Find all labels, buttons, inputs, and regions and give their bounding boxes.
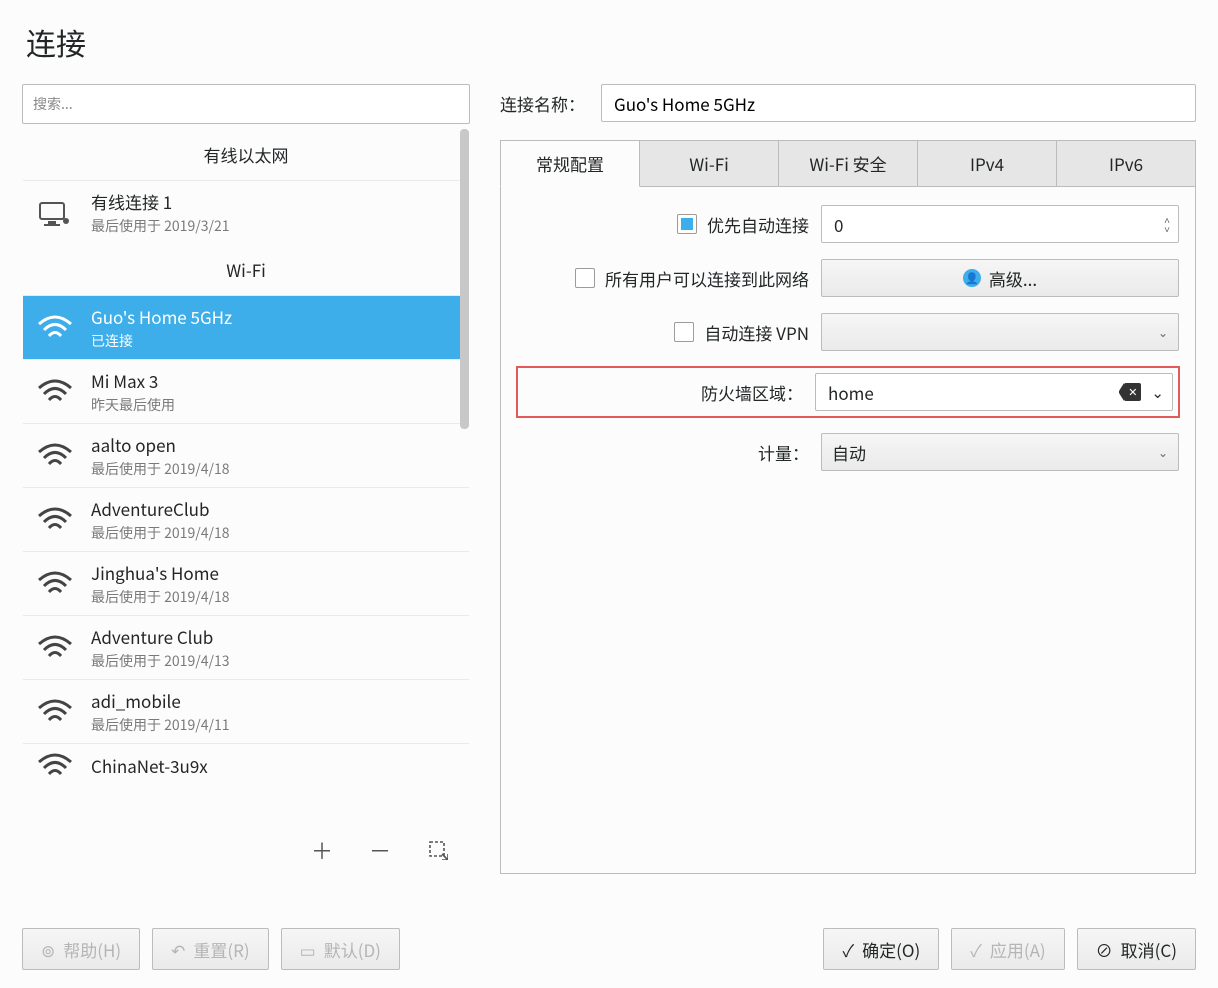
- conn-item-wifi[interactable]: Adventure Club最后使用于 2019/4/13: [23, 615, 469, 679]
- conn-item-sub: 已连接: [91, 331, 232, 351]
- conn-item-sub: 最后使用于 2019/3/21: [91, 216, 230, 236]
- help-button[interactable]: ⊚ 帮助(H): [22, 928, 140, 970]
- conn-item-name: Adventure Club: [91, 624, 230, 649]
- tab-ipv6[interactable]: IPv6: [1057, 140, 1196, 187]
- document-icon: ▭: [300, 937, 316, 962]
- tab-ipv4[interactable]: IPv4: [918, 140, 1057, 187]
- conn-item-sub: 最后使用于 2019/4/18: [91, 523, 230, 543]
- tab-general[interactable]: 常规配置: [500, 140, 640, 187]
- export-connection-button[interactable]: [424, 836, 452, 864]
- priority-value: 0: [834, 212, 1164, 237]
- conn-item-wired[interactable]: 有线连接 1 最后使用于 2019/3/21: [23, 180, 469, 244]
- wifi-icon: [35, 506, 75, 534]
- conn-item-sub: 昨天最后使用: [91, 395, 175, 415]
- add-connection-button[interactable]: ＋: [308, 836, 336, 864]
- chevron-down-icon: ⌄: [1158, 324, 1168, 341]
- conn-item-wifi[interactable]: aalto open最后使用于 2019/4/18: [23, 423, 469, 487]
- apply-button-label: 应用(A): [990, 937, 1046, 962]
- search-placeholder: 搜索...: [33, 94, 73, 114]
- conn-item-wifi[interactable]: Guo's Home 5GHz 已连接: [23, 295, 469, 359]
- conn-item-name: AdventureClub: [91, 496, 230, 521]
- help-button-label: 帮助(H): [63, 937, 121, 962]
- tab-wifi[interactable]: Wi-Fi: [640, 140, 779, 187]
- reset-button[interactable]: ↶ 重置(R): [152, 928, 269, 970]
- priority-spinbox[interactable]: 0 ˄˅: [821, 205, 1179, 243]
- conn-item-sub: 最后使用于 2019/4/11: [91, 715, 230, 735]
- wifi-icon: [35, 570, 75, 598]
- wifi-icon: [35, 378, 75, 406]
- defaults-button[interactable]: ▭ 默认(D): [281, 928, 400, 970]
- tabbar: 常规配置 Wi-Fi Wi-Fi 安全 IPv4 IPv6: [500, 140, 1196, 187]
- wifi-icon: [35, 314, 75, 342]
- scrollbar[interactable]: [459, 129, 469, 826]
- conn-item-sub: 最后使用于 2019/4/18: [91, 459, 230, 479]
- firewall-zone-value: home: [828, 380, 1124, 405]
- check-icon: ✓: [842, 937, 854, 962]
- all-users-label: 所有用户可以连接到此网络: [605, 266, 809, 291]
- auto-connect-label: 优先自动连接: [707, 212, 809, 237]
- metered-label: 计量：: [758, 440, 809, 465]
- search-input[interactable]: 搜索...: [22, 84, 470, 124]
- page-title: 连接: [22, 20, 1196, 64]
- wifi-icon: [35, 634, 75, 662]
- conn-item-wifi[interactable]: Mi Max 3昨天最后使用: [23, 359, 469, 423]
- cancel-icon: ⊘: [1096, 937, 1113, 962]
- conn-item-sub: 最后使用于 2019/4/18: [91, 587, 230, 607]
- connection-name-input[interactable]: [601, 84, 1196, 122]
- metered-combobox[interactable]: 自动 ⌄: [821, 433, 1179, 471]
- conn-item-sub: 最后使用于 2019/4/13: [91, 651, 230, 671]
- conn-item-name: Guo's Home 5GHz: [91, 304, 232, 329]
- defaults-button-label: 默认(D): [324, 937, 381, 962]
- apply-button[interactable]: ✓ 应用(A): [951, 928, 1064, 970]
- firewall-zone-label: 防火墙区域：: [701, 380, 803, 405]
- section-header-wired: 有线以太网: [23, 129, 469, 180]
- cancel-button[interactable]: ⊘ 取消(C): [1077, 928, 1196, 970]
- section-header-wifi: Wi-Fi: [23, 244, 469, 295]
- ok-button[interactable]: ✓ 确定(O): [823, 928, 939, 970]
- user-icon: 👤: [963, 269, 981, 287]
- conn-item-name: aalto open: [91, 432, 230, 457]
- connection-name-label: 连接名称：: [500, 91, 585, 116]
- auto-vpn-checkbox[interactable]: [674, 322, 694, 342]
- conn-item-wifi[interactable]: AdventureClub最后使用于 2019/4/18: [23, 487, 469, 551]
- conn-item-name: Jinghua's Home: [91, 560, 230, 585]
- metered-value: 自动: [832, 440, 1158, 465]
- conn-item-wifi[interactable]: Jinghua's Home最后使用于 2019/4/18: [23, 551, 469, 615]
- check-icon: ✓: [970, 937, 982, 962]
- firewall-zone-row: 防火墙区域： home ✕ ⌄: [517, 367, 1179, 417]
- auto-vpn-label: 自动连接 VPN: [704, 320, 809, 345]
- wifi-icon: [35, 698, 75, 726]
- cancel-button-label: 取消(C): [1121, 937, 1177, 962]
- advanced-button[interactable]: 👤 高级...: [821, 259, 1179, 297]
- reset-button-label: 重置(R): [193, 937, 249, 962]
- lifebuoy-icon: ⊚: [41, 937, 55, 962]
- all-users-checkbox[interactable]: [575, 268, 595, 288]
- firewall-zone-combobox[interactable]: home ✕ ⌄: [815, 373, 1173, 411]
- tab-wifi-security[interactable]: Wi-Fi 安全: [779, 140, 918, 187]
- conn-item-wifi[interactable]: adi_mobile最后使用于 2019/4/11: [23, 679, 469, 743]
- clear-icon[interactable]: ✕: [1124, 383, 1141, 401]
- conn-item-name: ChinaNet-3u9x: [91, 753, 208, 778]
- remove-connection-button[interactable]: －: [366, 836, 394, 864]
- auto-connect-checkbox[interactable]: [677, 214, 697, 234]
- spinbox-arrows-icon[interactable]: ˄˅: [1164, 215, 1170, 233]
- chevron-down-icon: ⌄: [1158, 444, 1168, 461]
- wifi-icon: [35, 752, 75, 780]
- conn-item-name: 有线连接 1: [91, 189, 230, 214]
- undo-icon: ↶: [171, 937, 185, 962]
- conn-item-name: Mi Max 3: [91, 368, 175, 393]
- vpn-combobox[interactable]: ⌄: [821, 313, 1179, 351]
- conn-item-wifi[interactable]: ChinaNet-3u9x: [23, 743, 469, 788]
- wifi-icon: [35, 442, 75, 470]
- conn-item-name: adi_mobile: [91, 688, 230, 713]
- ok-button-label: 确定(O): [862, 937, 920, 962]
- chevron-down-icon: ⌄: [1151, 382, 1164, 403]
- advanced-button-label: 高级...: [989, 266, 1037, 291]
- ethernet-icon: [35, 199, 75, 227]
